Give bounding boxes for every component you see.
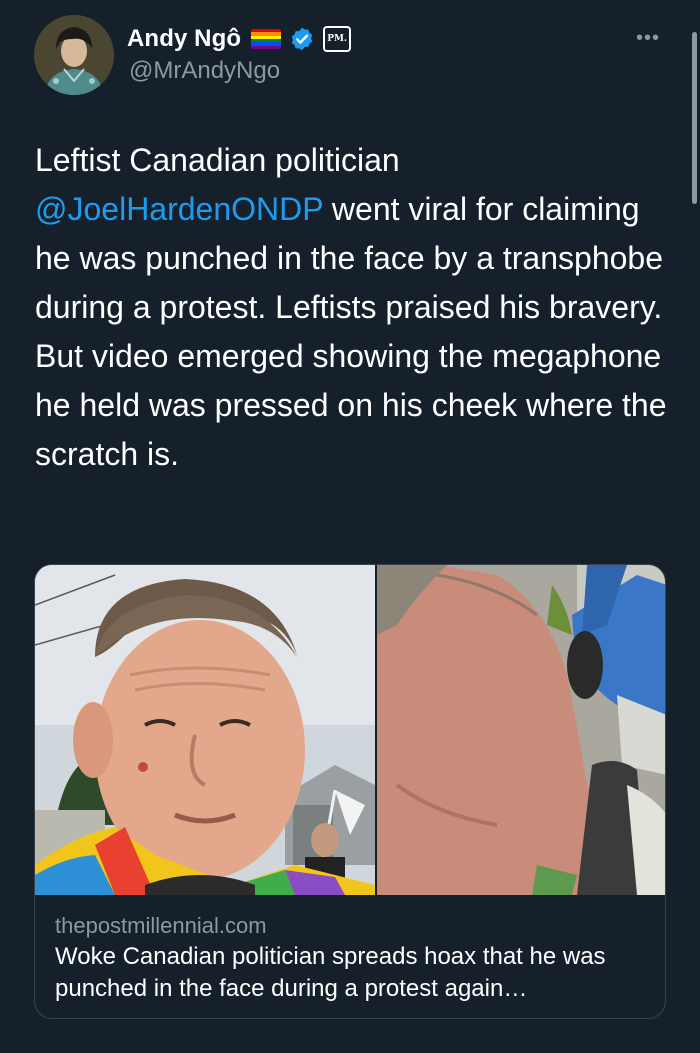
megaphone-photo-illustration xyxy=(377,565,665,895)
author-name-row: Andy Ngô PM. xyxy=(127,24,352,54)
avatar-illustration xyxy=(34,15,114,95)
card-headline: Woke Canadian politician spreads hoax th… xyxy=(55,943,606,1002)
link-card[interactable]: thepostmillennial.com Woke Canadian poli… xyxy=(34,564,666,1019)
card-image-strip[interactable] xyxy=(35,565,665,895)
tweet-container: Andy Ngô PM. @MrAndyNgo ••• Leftist Cana… xyxy=(0,0,700,1053)
rainbow-flag-icon xyxy=(251,29,282,49)
author-handle[interactable]: @MrAndyNgo xyxy=(129,57,280,85)
mention-link[interactable]: @JoelHardenONDP xyxy=(35,191,323,227)
selfie-photo-illustration xyxy=(35,565,375,895)
tweet-text: Leftist Canadian politician @JoelHardenO… xyxy=(35,136,675,479)
card-domain: thepostmillennial.com xyxy=(55,913,267,938)
scrollbar-thumb[interactable] xyxy=(692,32,697,204)
card-meta[interactable]: thepostmillennial.com Woke Canadian poli… xyxy=(35,895,665,1005)
verified-badge-icon xyxy=(291,27,313,51)
card-image-megaphone xyxy=(377,565,665,895)
tweet-text-start: Leftist Canadian politician xyxy=(35,142,400,178)
card-image-selfie xyxy=(35,565,375,895)
affiliation-badge[interactable]: PM. xyxy=(323,26,352,52)
author-avatar[interactable] xyxy=(34,15,114,95)
more-options-icon[interactable]: ••• xyxy=(636,27,660,50)
tweet-text-end: went viral for claiming he was punched i… xyxy=(35,191,667,472)
author-display-name[interactable]: Andy Ngô xyxy=(127,25,241,53)
